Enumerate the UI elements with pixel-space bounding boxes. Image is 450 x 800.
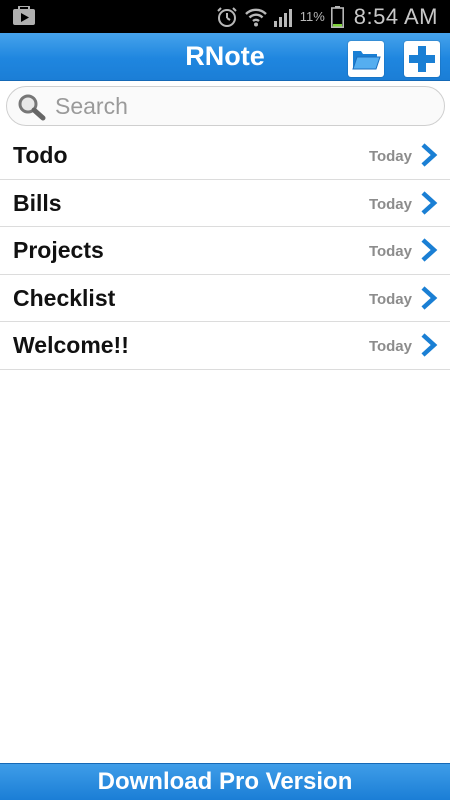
alarm-icon [217, 6, 237, 27]
play-store-icon [13, 6, 35, 25]
note-row-bills[interactable]: Bills Today [0, 180, 450, 227]
note-date: Today [368, 148, 412, 165]
add-note-button[interactable] [404, 41, 440, 77]
chevron-right-icon [421, 190, 438, 215]
signal-icon [273, 8, 292, 27]
note-title: Bills [13, 189, 62, 216]
chevron-right-icon [421, 285, 438, 310]
note-title: Checklist [13, 284, 116, 311]
search-bar [6, 86, 445, 126]
search-icon [18, 94, 46, 121]
chevron-right-icon [421, 238, 438, 262]
note-row-checklist[interactable]: Checklist Today [0, 275, 450, 322]
note-date: Today [368, 290, 412, 308]
clock: 8:54 AM [353, 3, 438, 29]
note-date: Today [368, 243, 412, 260]
note-title: Welcome!! [13, 332, 129, 358]
chevron-right-icon [421, 333, 438, 357]
note-title: Todo [13, 142, 68, 168]
wifi-icon [244, 8, 267, 26]
note-row-welcome[interactable]: Welcome!! Today [0, 322, 450, 370]
open-folder-button[interactable] [348, 41, 384, 77]
note-date: Today [368, 338, 412, 355]
status-indicators: 11% 8:54 AM [216, 0, 438, 33]
download-pro-button[interactable]: Download Pro Version [0, 763, 450, 800]
search-input[interactable] [55, 91, 425, 121]
battery-icon [330, 5, 344, 28]
download-pro-label: Download Pro Version [97, 768, 353, 795]
notes-list: Todo Today Bills Today Projects Today Ch… [0, 132, 450, 370]
status-bar: 11% 8:54 AM [0, 0, 450, 33]
note-date: Today [368, 195, 412, 213]
note-row-todo[interactable]: Todo Today [0, 132, 450, 180]
folder-icon [352, 51, 381, 70]
app-header: RNote [0, 33, 450, 81]
note-title: Projects [13, 237, 104, 263]
note-row-projects[interactable]: Projects Today [0, 227, 450, 275]
battery-percent: 11% [299, 9, 325, 24]
chevron-right-icon [421, 143, 438, 167]
plus-icon [409, 46, 435, 72]
